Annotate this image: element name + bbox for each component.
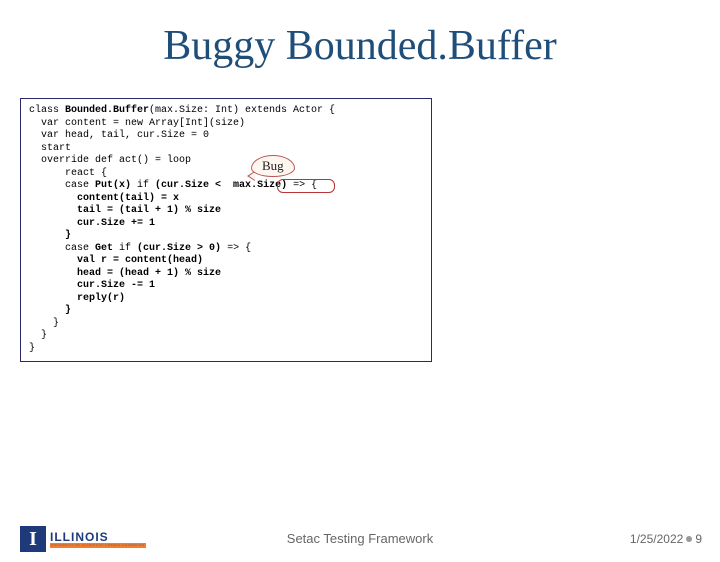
page-title: Buggy Bounded.Buffer bbox=[0, 22, 720, 70]
bullet-icon bbox=[686, 536, 692, 542]
footer-meta: 1/25/2022 9 bbox=[630, 532, 702, 546]
footer-page: 9 bbox=[695, 532, 702, 546]
code-block: class Bounded.Buffer(max.Size: Int) exte… bbox=[29, 105, 423, 355]
code-box: class Bounded.Buffer(max.Size: Int) exte… bbox=[20, 98, 432, 362]
bug-callout: Bug bbox=[251, 155, 295, 177]
footer-title: Setac Testing Framework bbox=[0, 531, 720, 546]
footer-date: 1/25/2022 bbox=[630, 532, 683, 546]
